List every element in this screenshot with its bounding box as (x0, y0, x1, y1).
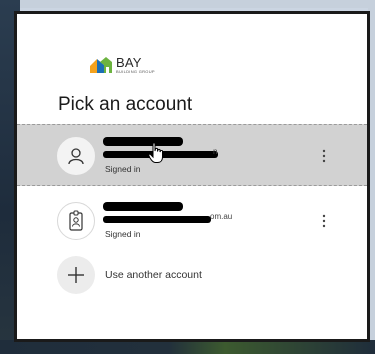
account-status: Signed in (105, 164, 141, 174)
page-title: Pick an account (58, 94, 193, 115)
account-row-1[interactable]: n Signed in (17, 124, 367, 186)
person-icon (57, 137, 95, 175)
account-email-suffix: n (213, 147, 218, 156)
company-logo: BAY BUILDING GROUP (89, 56, 155, 74)
more-vertical-icon[interactable] (317, 212, 331, 230)
account-email-suffix: om.au (210, 212, 233, 221)
background-bottom (0, 340, 375, 354)
account-name-redacted (103, 202, 183, 211)
background-top (0, 0, 375, 8)
use-another-account-label: Use another account (105, 269, 202, 281)
plus-icon (57, 256, 95, 294)
more-vertical-icon[interactable] (317, 147, 331, 165)
logo-name: BAY (116, 55, 142, 70)
hand-pointer-icon (148, 142, 164, 169)
account-email-redacted (103, 216, 211, 223)
account-status: Signed in (105, 229, 141, 239)
account-picker-dialog: BAY BUILDING GROUP Pick an account n Sig… (14, 11, 370, 342)
house-logo-icon (90, 57, 112, 73)
account-row-2[interactable]: om.au Signed in (17, 190, 367, 252)
logo-subtitle: BUILDING GROUP (116, 69, 155, 74)
id-badge-icon (57, 202, 95, 240)
use-another-account-button[interactable]: Use another account (17, 254, 367, 298)
account-name-redacted (103, 137, 183, 146)
